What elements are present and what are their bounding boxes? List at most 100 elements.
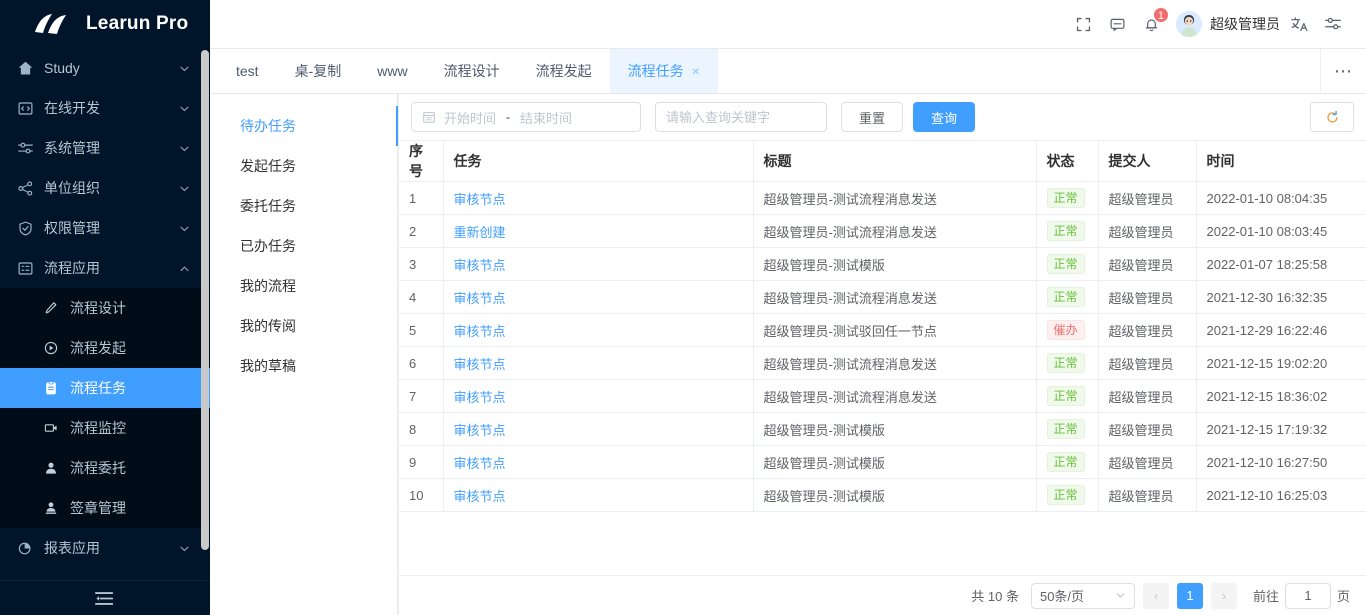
cell-state: 正常: [1036, 281, 1098, 314]
task-link[interactable]: 审核节点: [454, 192, 506, 207]
sidebar-item-seal-mgmt[interactable]: 签章管理: [0, 488, 210, 528]
category-item-my-drafts[interactable]: 我的草稿: [210, 346, 397, 386]
avatar: [1176, 11, 1202, 37]
sidebar-item-system-mgmt[interactable]: 系统管理: [0, 128, 210, 168]
tab-flow-start[interactable]: 流程发起: [518, 49, 610, 93]
cell-time: 2022-01-07 18:25:58: [1196, 248, 1366, 281]
sidebar-item-flow-task[interactable]: 流程任务: [0, 368, 210, 408]
refresh-button[interactable]: [1310, 102, 1354, 132]
tab-list: test 桌-复制 www 流程设计 流程发起 流程任务 ×: [210, 49, 718, 93]
sidebar-item-label: 流程应用: [44, 258, 174, 278]
search-input-wrap[interactable]: [655, 102, 827, 132]
tab-test[interactable]: test: [218, 49, 277, 93]
sidebar-scrollbar[interactable]: [201, 50, 209, 550]
tab-flow-task[interactable]: 流程任务 ×: [610, 49, 718, 93]
cell-task[interactable]: 审核节点: [443, 479, 753, 512]
sidebar-item-org[interactable]: 单位组织: [0, 168, 210, 208]
settings-sliders-icon[interactable]: [1318, 9, 1348, 39]
tab-flow-design[interactable]: 流程设计: [426, 49, 518, 93]
top-header: 1 超级管理员: [210, 0, 1366, 48]
brand-logo[interactable]: Learun Pro: [0, 0, 210, 48]
table-row[interactable]: 5审核节点超级管理员-测试驳回任一节点催办超级管理员2021-12-29 16:…: [399, 314, 1366, 347]
cell-submitter: 超级管理员: [1098, 248, 1196, 281]
table-row[interactable]: 7审核节点超级管理员-测试流程消息发送正常超级管理员2021-12-15 18:…: [399, 380, 1366, 413]
category-label: 我的草稿: [240, 356, 296, 376]
cell-task[interactable]: 审核节点: [443, 281, 753, 314]
translate-icon[interactable]: [1284, 9, 1314, 39]
sidebar-item-flow-monitor[interactable]: 流程监控: [0, 408, 210, 448]
task-link[interactable]: 审核节点: [454, 357, 506, 372]
table-row[interactable]: 8审核节点超级管理员-测试模版正常超级管理员2021-12-15 17:19:3…: [399, 413, 1366, 446]
task-link[interactable]: 审核节点: [454, 291, 506, 306]
task-link[interactable]: 审核节点: [454, 423, 506, 438]
table-row[interactable]: 4审核节点超级管理员-测试流程消息发送正常超级管理员2021-12-30 16:…: [399, 281, 1366, 314]
table-row[interactable]: 9审核节点超级管理员-测试模版正常超级管理员2021-12-10 16:27:5…: [399, 446, 1366, 479]
more-dots-icon[interactable]: ⋯: [1320, 49, 1366, 93]
fullscreen-icon[interactable]: [1068, 9, 1098, 39]
cell-index: 7: [399, 380, 443, 413]
cell-time: 2021-12-30 16:32:35: [1196, 281, 1366, 314]
cell-task[interactable]: 重新创建: [443, 215, 753, 248]
page-jump-input[interactable]: [1285, 583, 1331, 609]
cell-task[interactable]: 审核节点: [443, 182, 753, 215]
cell-time: 2021-12-10 16:25:03: [1196, 479, 1366, 512]
category-item-my-circulation[interactable]: 我的传阅: [210, 306, 397, 346]
date-range-picker[interactable]: 开始时间 - 结束时间: [411, 102, 641, 132]
task-link[interactable]: 审核节点: [454, 324, 506, 339]
task-link[interactable]: 审核节点: [454, 390, 506, 405]
sidebar-item-flow-start[interactable]: 流程发起: [0, 328, 210, 368]
sidebar-item-flow-design[interactable]: 流程设计: [0, 288, 210, 328]
menu-fold-icon: [95, 591, 115, 606]
sidebar-item-label: 流程监控: [70, 418, 210, 438]
page-number-1[interactable]: 1: [1177, 583, 1203, 609]
category-item-todo[interactable]: 待办任务: [210, 106, 397, 146]
table-row[interactable]: 10审核节点超级管理员-测试模版正常超级管理员2021-12-10 16:25:…: [399, 479, 1366, 512]
tab-label: 流程任务: [628, 61, 684, 81]
reset-button[interactable]: 重置: [841, 102, 903, 132]
sidebar-item-flow-app[interactable]: 流程应用: [0, 248, 210, 288]
category-item-initiated[interactable]: 发起任务: [210, 146, 397, 186]
filter-toolbar: 开始时间 - 结束时间 重置 查询: [399, 94, 1366, 140]
sidebar-item-report-app[interactable]: 报表应用: [0, 528, 210, 568]
table-row[interactable]: 1审核节点超级管理员-测试流程消息发送正常超级管理员2022-01-10 08:…: [399, 182, 1366, 215]
task-link[interactable]: 审核节点: [454, 258, 506, 273]
task-link[interactable]: 重新创建: [454, 225, 506, 240]
sidebar-item-flow-delegate[interactable]: 流程委托: [0, 448, 210, 488]
cell-task[interactable]: 审核节点: [443, 380, 753, 413]
category-item-delegated[interactable]: 委托任务: [210, 186, 397, 226]
table-row[interactable]: 6审核节点超级管理员-测试流程消息发送正常超级管理员2021-12-15 19:…: [399, 347, 1366, 380]
status-badge: 正常: [1047, 221, 1085, 241]
search-button[interactable]: 查询: [913, 102, 975, 132]
task-link[interactable]: 审核节点: [454, 489, 506, 504]
next-page-button[interactable]: ›: [1211, 583, 1237, 609]
cell-task[interactable]: 审核节点: [443, 248, 753, 281]
table-row[interactable]: 3审核节点超级管理员-测试模版正常超级管理员2022-01-07 18:25:5…: [399, 248, 1366, 281]
category-label: 已办任务: [240, 236, 296, 256]
task-link[interactable]: 审核节点: [454, 456, 506, 471]
tab-www[interactable]: www: [359, 49, 425, 93]
user-menu[interactable]: 超级管理员: [1176, 11, 1280, 37]
column-header-index: 序号: [399, 141, 443, 182]
cell-task[interactable]: 审核节点: [443, 347, 753, 380]
sidebar-collapse-button[interactable]: [0, 580, 210, 615]
cell-time: 2021-12-15 17:19:32: [1196, 413, 1366, 446]
cell-task[interactable]: 审核节点: [443, 446, 753, 479]
cell-task[interactable]: 审核节点: [443, 314, 753, 347]
table-row[interactable]: 2重新创建超级管理员-测试流程消息发送正常超级管理员2022-01-10 08:…: [399, 215, 1366, 248]
cell-task[interactable]: 审核节点: [443, 413, 753, 446]
bell-icon[interactable]: 1: [1136, 9, 1166, 39]
search-input[interactable]: [666, 110, 816, 125]
message-icon[interactable]: [1102, 9, 1132, 39]
category-item-done[interactable]: 已办任务: [210, 226, 397, 266]
cell-submitter: 超级管理员: [1098, 479, 1196, 512]
sidebar-item-online-dev[interactable]: 在线开发: [0, 88, 210, 128]
page-size-select[interactable]: 50条/页: [1031, 583, 1135, 609]
sidebar-item-permissions[interactable]: 权限管理: [0, 208, 210, 248]
prev-page-button[interactable]: ‹: [1143, 583, 1169, 609]
tab-zhuo-copy[interactable]: 桌-复制: [277, 49, 360, 93]
close-icon[interactable]: ×: [692, 64, 700, 78]
sidebar-item-study[interactable]: Study: [0, 48, 210, 88]
category-item-my-flows[interactable]: 我的流程: [210, 266, 397, 306]
category-label: 我的传阅: [240, 316, 296, 336]
cell-title: 超级管理员-测试流程消息发送: [753, 182, 1036, 215]
